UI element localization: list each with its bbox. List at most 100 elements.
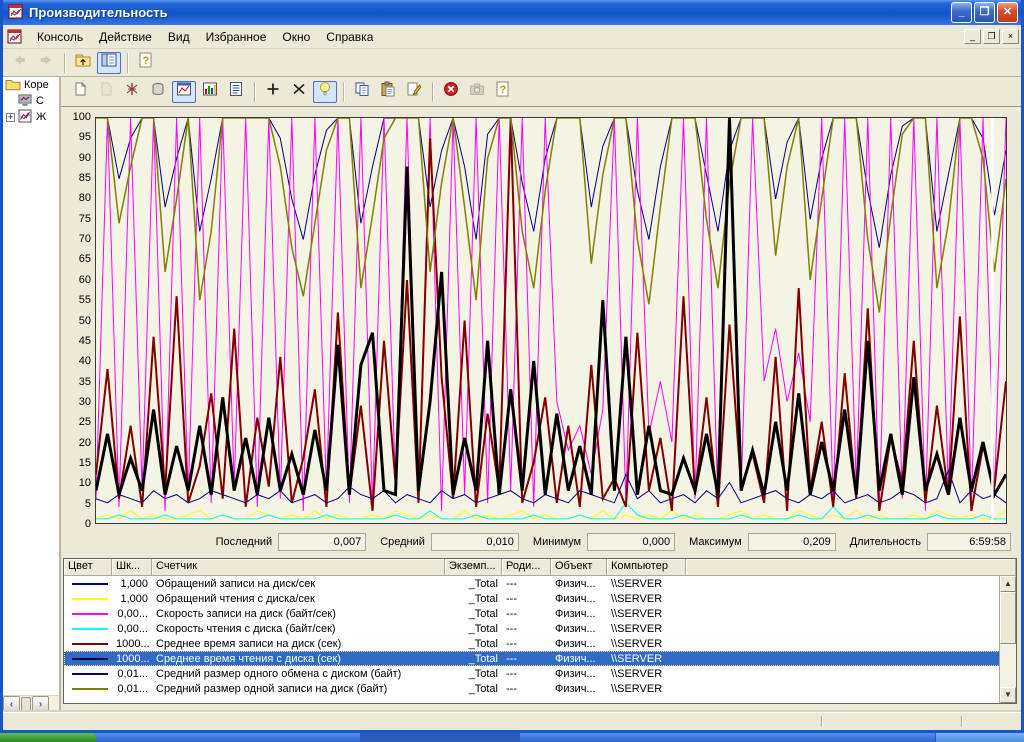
view-current-activity-icon	[124, 81, 140, 102]
counter-row[interactable]: 0,00...Скорость записи на диск (байт/сек…	[64, 606, 1016, 621]
legend-column-header[interactable]: Компьютер	[607, 559, 686, 576]
value-bar: Последний 0,007 Средний 0,010 Минимум 0,…	[61, 528, 1021, 556]
view-histogram-icon	[202, 81, 218, 102]
view-current-activity-button[interactable]	[120, 81, 144, 103]
scrollbar-thumb[interactable]	[1000, 592, 1016, 644]
legend-column-header[interactable]: Шк...	[112, 559, 152, 576]
taskbar[interactable]	[0, 733, 1024, 742]
update-data-button[interactable]	[465, 81, 489, 103]
up-one-level-button[interactable]	[71, 52, 95, 74]
toolbar-separator	[64, 53, 65, 73]
legend-column-header[interactable]: Роди...	[502, 559, 551, 576]
parent-value: ---	[502, 638, 551, 650]
counter-row[interactable]: 0,01...Средний размер одного обмена с ди…	[64, 666, 1016, 681]
child-close-button[interactable]: ×	[1002, 29, 1019, 44]
perfmon-app-icon	[8, 4, 25, 21]
menu-console[interactable]: Консоль	[29, 27, 91, 47]
scroll-right-icon[interactable]: ›	[32, 696, 49, 713]
console-tree: КореС+Ж ‹ ›	[3, 77, 61, 712]
color-swatch	[64, 583, 112, 585]
toolbar-separator	[432, 82, 433, 102]
y-axis-tick: 75	[61, 213, 91, 225]
scale-value: 0,01...	[112, 683, 152, 695]
child-restore-button[interactable]: ❐	[983, 29, 1000, 44]
view-histogram-button[interactable]	[198, 81, 222, 103]
expand-plus-icon[interactable]: +	[6, 113, 15, 122]
legend-vertical-scrollbar[interactable]: ▲ ▼	[999, 576, 1016, 703]
show-hide-tree-button[interactable]	[97, 52, 121, 74]
y-axis-tick: 5	[61, 498, 91, 510]
scrollbar-thumb[interactable]	[21, 697, 31, 712]
tree-item-console-root[interactable]: Коре	[3, 77, 59, 93]
delete-counter-button[interactable]	[287, 81, 311, 103]
help-button[interactable]: ?	[134, 52, 158, 74]
clear-display-button[interactable]	[94, 81, 118, 103]
properties-button[interactable]	[402, 81, 426, 103]
counter-row[interactable]: 0,00...Скорость чтения с диска (байт/сек…	[64, 621, 1016, 636]
counter-row[interactable]: 1,000Обращений чтения с диска/сек_Total-…	[64, 591, 1016, 606]
start-button[interactable]	[0, 733, 96, 742]
object-value: Физич...	[551, 668, 607, 680]
instance-value: _Total	[445, 578, 502, 590]
add-counter-button[interactable]	[261, 81, 285, 103]
object-value: Физич...	[551, 608, 607, 620]
tree-horizontal-scrollbar[interactable]: ‹ ›	[3, 695, 59, 712]
paste-counter-list-icon	[380, 81, 396, 102]
counter-row[interactable]: 0,01...Средний размер одной записи на ди…	[64, 681, 1016, 696]
highlight-button[interactable]	[313, 81, 337, 103]
instance-value: _Total	[445, 593, 502, 605]
counter-row[interactable]: 1000...Среднее время чтения с диска (сек…	[64, 651, 1016, 666]
child-minimize-button[interactable]: _	[964, 29, 981, 44]
status-bar	[3, 712, 1021, 730]
scroll-up-icon[interactable]: ▲	[1000, 576, 1016, 592]
menu-view[interactable]: Вид	[160, 27, 198, 47]
scroll-down-icon[interactable]: ▼	[1000, 687, 1016, 703]
minimize-button[interactable]: _	[951, 2, 972, 23]
maximum-label: Максимум	[689, 536, 742, 548]
menu-help[interactable]: Справка	[318, 27, 381, 47]
instance-value: _Total	[445, 638, 502, 650]
copy-properties-button[interactable]	[350, 81, 374, 103]
legend-column-header[interactable]: Экземп...	[445, 559, 502, 576]
legend-column-header[interactable]: Счетчик	[152, 559, 445, 576]
view-log-data-button[interactable]	[146, 81, 170, 103]
help-button[interactable]: ?	[491, 81, 515, 103]
freeze-display-button[interactable]	[439, 81, 463, 103]
menu-favorites[interactable]: Избранное	[198, 27, 275, 47]
properties-icon	[406, 81, 422, 102]
counter-row[interactable]: 1000...Среднее время записи на диск (сек…	[64, 636, 1016, 651]
y-axis-tick: 10	[61, 477, 91, 489]
taskbar-window-button[interactable]	[360, 733, 520, 742]
title-bar[interactable]: Производительность _ ❐ ✕	[3, 0, 1021, 25]
legend-column-header[interactable]: Цвет	[64, 559, 112, 576]
back-button[interactable]	[8, 52, 32, 74]
parent-value: ---	[502, 608, 551, 620]
parent-value: ---	[502, 683, 551, 695]
forward-icon	[38, 52, 54, 73]
toolbar-separator	[254, 82, 255, 102]
y-axis-tick: 40	[61, 355, 91, 367]
forward-button[interactable]	[34, 52, 58, 74]
menu-window[interactable]: Окно	[274, 27, 318, 47]
counter-name: Среднее время записи на диск (сек)	[152, 638, 445, 650]
menu-action[interactable]: Действие	[91, 27, 160, 47]
computer-value: \\SERVER	[607, 623, 686, 635]
copy-properties-icon	[354, 81, 370, 102]
parent-value: ---	[502, 623, 551, 635]
paste-counter-list-button[interactable]	[376, 81, 400, 103]
color-swatch	[64, 658, 112, 660]
legend-header-row: ЦветШк...СчетчикЭкземп...Роди...ОбъектКо…	[64, 559, 1016, 576]
new-counter-set-button[interactable]	[68, 81, 92, 103]
legend-column-header[interactable]: Объект	[551, 559, 607, 576]
scroll-left-icon[interactable]: ‹	[3, 696, 20, 713]
view-graph-button[interactable]	[172, 81, 196, 103]
close-button[interactable]: ✕	[997, 2, 1018, 23]
counter-row[interactable]: 1,000Обращений записи на диск/сек_Total-…	[64, 576, 1016, 591]
scale-value: 1,000	[112, 578, 152, 590]
restore-button[interactable]: ❐	[974, 2, 995, 23]
average-label: Средний	[380, 536, 425, 548]
tree-item-performance-logs[interactable]: +Ж	[3, 109, 59, 125]
tree-item-system-monitor[interactable]: С	[3, 93, 59, 109]
view-report-button[interactable]	[224, 81, 248, 103]
y-axis-tick: 80	[61, 192, 91, 204]
